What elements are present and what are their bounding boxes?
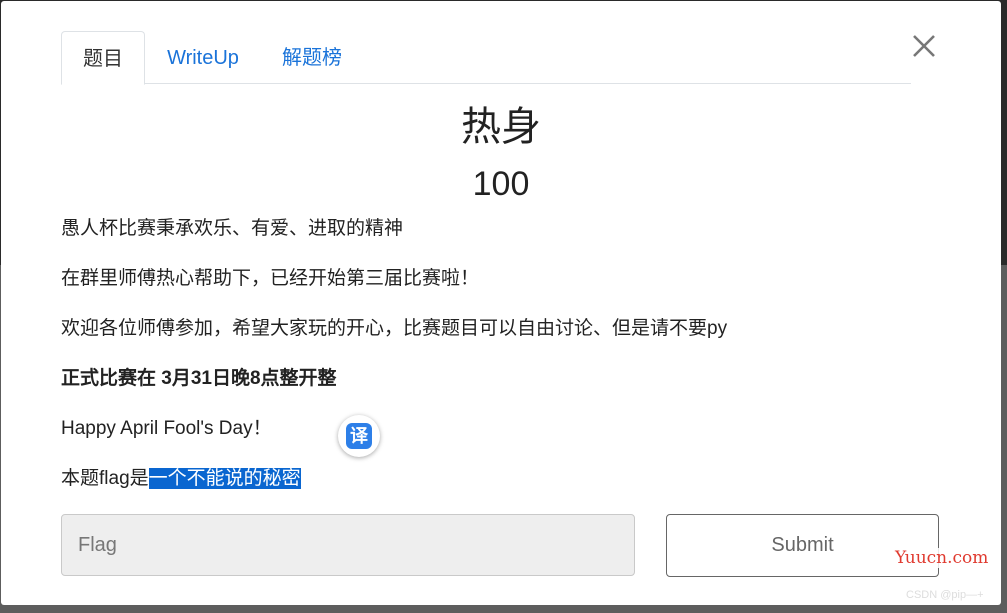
challenge-points: 100 <box>472 165 530 203</box>
close-button[interactable] <box>909 31 939 61</box>
selected-text: 一个不能说的秘密 <box>148 468 301 489</box>
translate-icon: 译 <box>346 423 372 449</box>
close-icon <box>913 35 935 57</box>
watermark: Yuucn.com <box>895 548 989 568</box>
challenge-modal: 题目 WriteUp 解题榜 热身 100 愚人杯比赛秉承欢乐、有爱、进取的精神… <box>1 1 1001 605</box>
credit-text: CSDN @pip—+ <box>906 589 984 601</box>
flag-hint-prefix: 本题flag是 <box>61 468 149 489</box>
translate-button[interactable]: 译 <box>338 415 380 457</box>
description-line-bold: 正式比赛在 3月31日晚8点整开整 <box>61 368 337 389</box>
tab-solves[interactable]: 解题榜 <box>279 31 345 83</box>
tab-challenge[interactable]: 题目 <box>61 31 145 85</box>
description-line: Happy April Fool's Day！ <box>61 418 272 439</box>
description-line: 欢迎各位师傅参加，希望大家玩的开心，比赛题目可以自由讨论、但是请不要py <box>61 318 728 339</box>
tab-bar: 题目 WriteUp 解题榜 <box>61 31 911 85</box>
flag-hint-line: 本题flag是一个不能说的秘密 <box>61 465 301 493</box>
description-line: 愚人杯比赛秉承欢乐、有爱、进取的精神 <box>61 218 404 239</box>
description-line: 在群里师傅热心帮助下，已经开始第三届比赛啦！ <box>61 268 480 289</box>
challenge-title: 热身 <box>461 105 541 149</box>
tab-writeup[interactable]: WriteUp <box>161 31 245 83</box>
flag-input[interactable] <box>61 514 635 576</box>
